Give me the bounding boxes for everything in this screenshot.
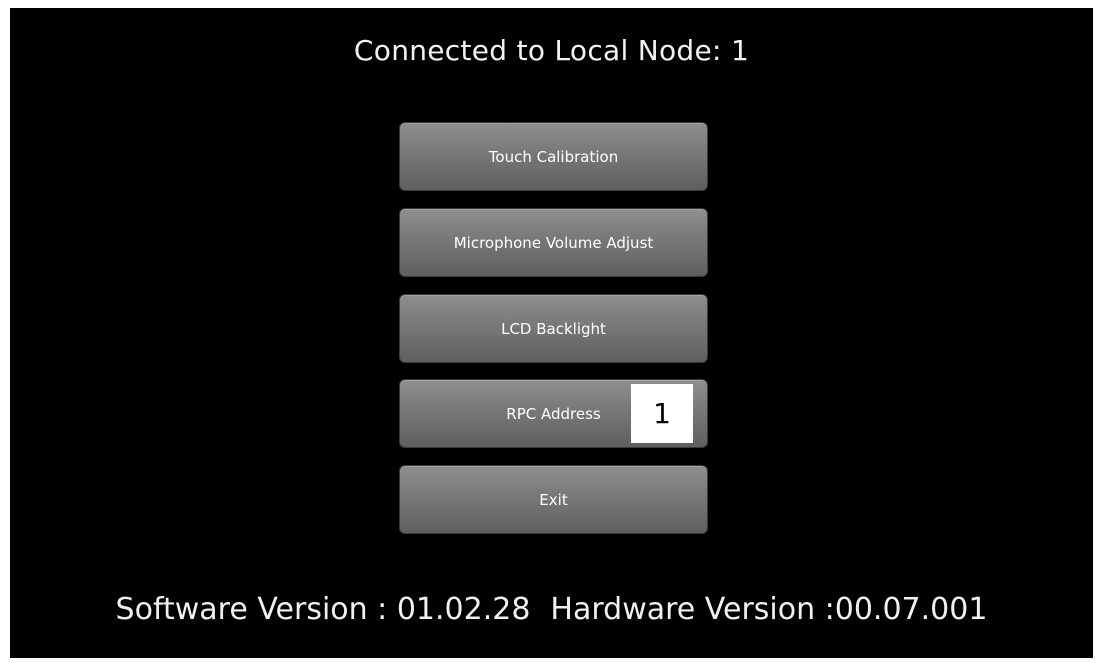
version-footer: Software Version : 01.02.28 Hardware Vers… bbox=[10, 592, 1093, 627]
touch-calibration-label: Touch Calibration bbox=[488, 147, 619, 166]
microphone-volume-adjust-button[interactable]: Microphone Volume Adjust bbox=[399, 208, 708, 277]
exit-button[interactable]: Exit bbox=[399, 465, 708, 534]
touch-calibration-button[interactable]: Touch Calibration bbox=[399, 122, 708, 191]
software-version: Software Version : 01.02.28 bbox=[115, 592, 531, 627]
connection-status-title: Connected to Local Node: 1 bbox=[353, 34, 750, 67]
lcd-backlight-label: LCD Backlight bbox=[501, 319, 606, 338]
rpc-address-value-field[interactable]: 1 bbox=[631, 384, 693, 443]
rpc-address-button[interactable]: RPC Address 1 bbox=[399, 379, 708, 448]
hardware-version: Hardware Version :00.07.001 bbox=[550, 592, 988, 627]
settings-screen: Connected to Local Node: 1 Touch Calibra… bbox=[10, 8, 1093, 658]
exit-label: Exit bbox=[539, 490, 568, 509]
lcd-backlight-button[interactable]: LCD Backlight bbox=[399, 294, 708, 363]
rpc-address-label: RPC Address bbox=[506, 404, 601, 423]
microphone-volume-adjust-label: Microphone Volume Adjust bbox=[453, 233, 654, 252]
